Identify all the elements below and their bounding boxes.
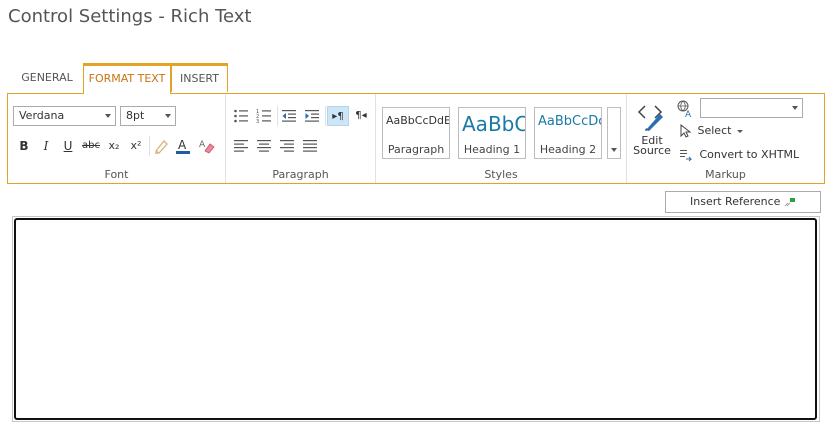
increase-indent-button[interactable]	[302, 106, 322, 126]
markup-group: Edit Source A Select Convert to XHTML Ma…	[627, 94, 824, 183]
font-group: Verdana 8pt B I U abc x₂ x² A A Font	[8, 94, 226, 183]
style-paragraph-tile[interactable]: AaBbCcDdEe Paragraph	[382, 107, 450, 159]
style-sample: AaBbCcDdEe	[386, 114, 449, 127]
styles-group: AaBbCcDdEe Paragraph AaBbC Heading 1 AaB…	[376, 94, 627, 183]
insert-reference-icon	[784, 198, 795, 207]
divider	[149, 136, 150, 156]
align-center-icon	[257, 140, 271, 152]
numbered-list-icon: 1 2 3	[256, 109, 271, 125]
rtl-icon: ¶◂	[355, 110, 367, 121]
bullet-list-icon	[234, 109, 248, 123]
font-name-select[interactable]: Verdana	[13, 106, 116, 126]
svg-text:A: A	[199, 140, 206, 150]
convert-xhtml-button[interactable]: Convert to XHTML	[679, 146, 799, 164]
ltr-icon: ▸¶	[332, 111, 344, 122]
font-name-value: Verdana	[19, 109, 65, 122]
language-select[interactable]	[700, 98, 803, 118]
edit-source-icon	[637, 105, 663, 131]
align-center-button[interactable]	[254, 136, 274, 156]
edit-source-label-line2: Source	[633, 144, 671, 157]
ltr-button[interactable]: ▸¶	[327, 106, 349, 126]
rich-text-editor[interactable]	[14, 218, 817, 420]
paragraph-group: 1 2 3 ▸¶ ¶◂ Paragraph	[226, 94, 376, 183]
font-size-select[interactable]: 8pt	[120, 106, 176, 126]
justify-button[interactable]	[300, 136, 320, 156]
globe-language-icon: A	[677, 100, 692, 118]
styles-group-label: Styles	[484, 168, 518, 181]
tab-insert[interactable]: INSERT	[171, 63, 228, 92]
chevron-down-icon	[105, 114, 111, 118]
superscript-button[interactable]: x²	[126, 136, 146, 156]
ribbon: Verdana 8pt B I U abc x₂ x² A A Font 1 2…	[7, 93, 825, 184]
edit-source-button[interactable]: Edit Source	[632, 100, 672, 160]
style-name: Heading 2	[539, 143, 597, 156]
font-color-icon: A	[176, 138, 190, 154]
chevron-down-icon	[792, 106, 798, 110]
style-name: Heading 1	[463, 143, 521, 156]
highlight-button[interactable]	[151, 136, 171, 156]
tab-format-text[interactable]: FORMAT TEXT	[83, 63, 171, 94]
divider	[325, 106, 326, 126]
strikethrough-button[interactable]: abc	[80, 136, 102, 156]
font-group-label: Font	[104, 168, 129, 181]
chevron-down-icon	[736, 129, 743, 133]
page-title: Control Settings - Rich Text	[8, 6, 252, 27]
decrease-indent-icon	[282, 110, 296, 122]
eraser-icon: A	[199, 140, 215, 154]
underline-button[interactable]: U	[58, 136, 78, 156]
bold-button[interactable]: B	[14, 136, 34, 156]
convert-xhtml-icon	[680, 150, 693, 162]
font-color-button[interactable]: A	[173, 136, 193, 156]
italic-button[interactable]: I	[36, 136, 56, 156]
rtl-button[interactable]: ¶◂	[350, 106, 372, 126]
justify-icon	[303, 140, 317, 152]
decrease-indent-button[interactable]	[279, 106, 299, 126]
increase-indent-icon	[305, 110, 319, 122]
style-name: Paragraph	[387, 143, 445, 156]
align-left-button[interactable]	[231, 136, 251, 156]
align-left-icon	[234, 140, 248, 152]
svg-text:A: A	[178, 138, 187, 152]
style-heading2-tile[interactable]: AaBbCcDc Heading 2	[534, 107, 602, 159]
style-sample: AaBbCcDc	[538, 114, 602, 129]
subscript-button[interactable]: x₂	[104, 136, 124, 156]
chevron-down-icon	[165, 114, 171, 118]
chevron-down-icon	[611, 148, 617, 152]
select-label: Select	[697, 124, 732, 137]
numbered-list-button[interactable]: 1 2 3	[254, 106, 274, 126]
clear-format-button[interactable]: A	[197, 136, 217, 156]
tab-general[interactable]: GENERAL	[12, 63, 82, 92]
markup-group-label: Markup	[705, 168, 746, 181]
font-size-value: 8pt	[126, 109, 145, 122]
divider	[277, 106, 278, 126]
align-right-button[interactable]	[277, 136, 297, 156]
convert-xhtml-label: Convert to XHTML	[699, 148, 800, 161]
svg-text:A: A	[685, 110, 692, 118]
insert-reference-button[interactable]: Insert Reference	[665, 191, 821, 213]
highlighter-icon	[155, 140, 168, 154]
style-sample: AaBbC	[462, 112, 526, 136]
align-right-icon	[280, 140, 294, 152]
style-heading1-tile[interactable]: AaBbC Heading 1	[458, 107, 526, 159]
styles-more-button[interactable]	[607, 107, 621, 159]
bullet-list-button[interactable]	[231, 106, 251, 126]
paragraph-group-label: Paragraph	[272, 168, 329, 181]
insert-reference-label: Insert Reference	[690, 195, 781, 208]
cursor-icon	[680, 123, 692, 138]
select-button[interactable]: Select	[679, 122, 743, 140]
svg-text:3: 3	[256, 119, 259, 124]
edit-source-label: Edit Source	[632, 135, 672, 157]
